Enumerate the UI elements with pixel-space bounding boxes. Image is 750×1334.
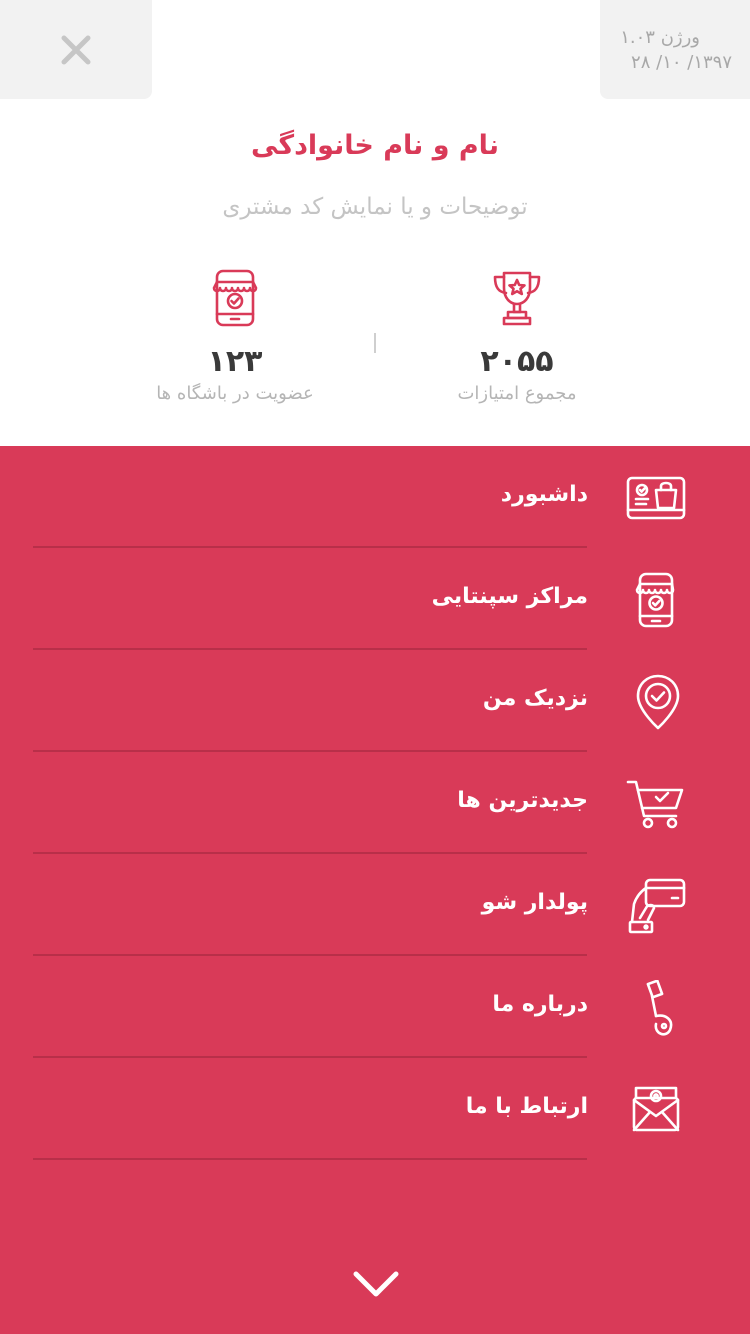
menu-item-label: داشبورد — [500, 482, 588, 507]
chevron-down-icon[interactable] — [350, 1266, 402, 1302]
mobile-shop-icon — [212, 269, 258, 327]
menu-item-label: پولدار شو — [481, 890, 588, 915]
location-pin-icon — [636, 674, 680, 730]
menu-item-newest[interactable]: جدیدترین ها — [0, 752, 750, 854]
memberships-label: عضویت در باشگاه ها — [156, 383, 314, 404]
close-icon — [61, 35, 91, 65]
profile-name: نام و نام خانوادگی — [251, 130, 499, 161]
menu-item-sepantaei-centers[interactable]: مراکز سپنتایی — [0, 548, 750, 650]
menu-item-label: نزدیک من — [482, 686, 588, 711]
menu-item-label: جدیدترین ها — [457, 788, 588, 813]
close-button[interactable] — [52, 26, 100, 74]
version-panel: ورژن ۱.۰۳ ۱۳۹۷/ ۱۰/ ۲۸ — [600, 0, 750, 99]
version-date: ۱۳۹۷/ ۱۰/ ۲۸ — [631, 52, 732, 73]
memberships-stat: ۱۲۳ عضویت در باشگاه ها — [135, 268, 335, 404]
side-menu: داشبورد مراکز سپنتایی نزدیک من جدیدترین … — [0, 446, 750, 1334]
points-stat: ۲۰۵۵ مجموع امتیازات — [417, 268, 617, 404]
close-panel — [0, 0, 152, 99]
points-value: ۲۰۵۵ — [480, 344, 554, 379]
menu-item-label: مراکز سپنتایی — [431, 584, 588, 609]
mail-icon — [632, 1086, 680, 1132]
mobile-shop-icon — [635, 572, 675, 628]
stats-divider — [374, 333, 376, 353]
menu-item-about-us[interactable]: درباره ما — [0, 956, 750, 1058]
trophy-icon — [493, 271, 541, 326]
menu-item-get-rich[interactable]: پولدار شو — [0, 854, 750, 956]
info-icon — [646, 980, 673, 1036]
profile-description: توضیحات و یا نمایش کد مشتری — [222, 194, 528, 220]
dashboard-icon — [626, 476, 686, 520]
menu-item-contact-us[interactable]: ارتباط با ما — [0, 1058, 750, 1160]
cart-icon — [626, 780, 684, 829]
card-hand-icon — [628, 878, 686, 934]
version-text: ورژن ۱.۰۳ — [620, 27, 700, 48]
menu-item-label: درباره ما — [492, 992, 588, 1017]
points-label: مجموع امتیازات — [457, 383, 577, 404]
menu-item-label: ارتباط با ما — [465, 1094, 588, 1119]
memberships-value: ۱۲۳ — [207, 344, 263, 379]
menu-item-dashboard[interactable]: داشبورد — [0, 446, 750, 548]
menu-divider — [33, 1158, 587, 1160]
menu-item-near-me[interactable]: نزدیک من — [0, 650, 750, 752]
